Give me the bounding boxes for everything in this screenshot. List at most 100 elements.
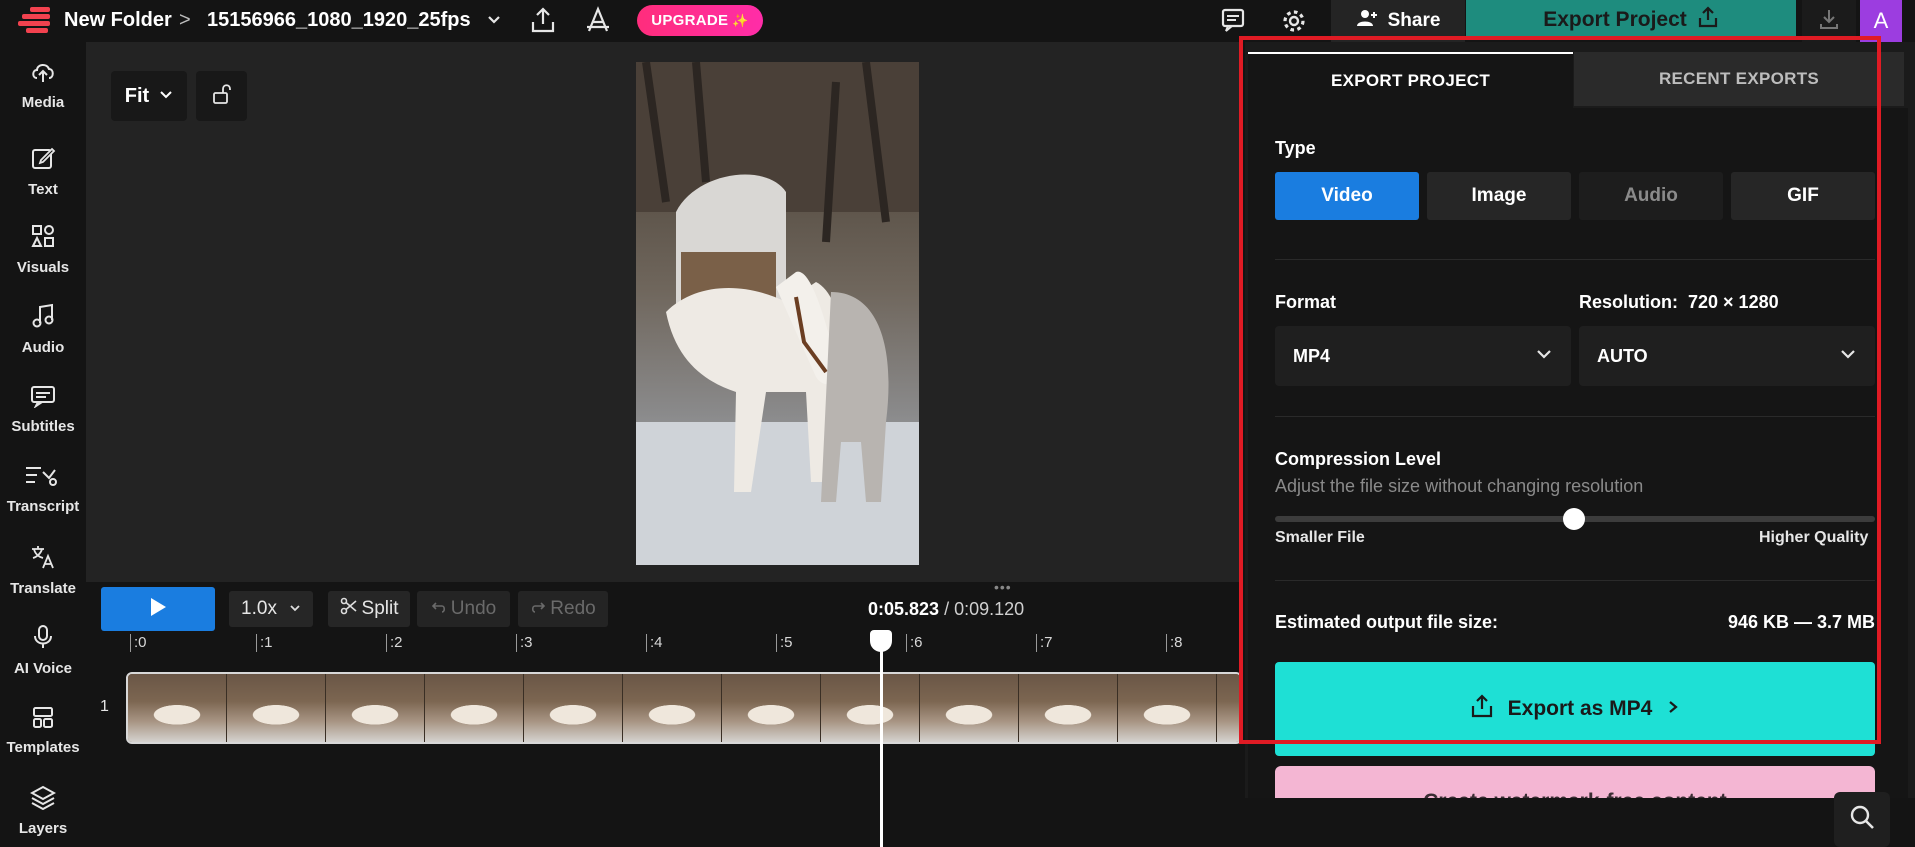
horse-preview-image [636,62,919,565]
sparkle-icon: ✨ [732,12,749,28]
resolution-select-value: AUTO [1597,345,1648,366]
upgrade-label: UPGRADE [651,12,729,29]
sidebar-item-subtitles[interactable]: Subtitles [0,384,86,435]
avatar[interactable]: A [1860,0,1902,42]
search-button[interactable] [1834,792,1890,847]
redo-icon [530,598,546,620]
lock-button[interactable] [196,71,247,121]
compression-label: Compression Level [1275,449,1442,469]
resolution-label: Resolution: 720 × 1280 [1579,292,1779,313]
sidebar-item-label: Visuals [16,259,70,276]
estimated-size-value: 946 KB — 3.7 MB [1728,612,1876,632]
chevron-down-icon [1535,345,1553,368]
sidebar-item-templates[interactable]: Templates [0,705,86,756]
sidebar-item-audio[interactable]: Audio [0,303,86,356]
panel-footer [1245,798,1915,847]
split-button[interactable]: Split [328,591,410,627]
undo-label: Undo [450,598,497,619]
sidebar-item-transcript[interactable]: Transcript [0,464,86,515]
format-value: MP4 [1293,345,1331,366]
speed-select[interactable]: 1.0x [229,591,313,627]
type-audio-button[interactable]: Audio [1579,172,1723,220]
resolution-title: Resolution: [1579,292,1678,312]
chevron-down-icon [159,85,173,108]
breadcrumb-separator: > [179,9,191,31]
export-icon [1470,694,1494,724]
clip-thumbnail [821,674,920,742]
fit-label: Fit [124,84,150,107]
play-button[interactable] [101,587,215,631]
zoom-fit-select[interactable]: Fit [111,71,187,121]
format-select[interactable]: MP4 [1275,326,1571,386]
app-logo[interactable] [18,7,52,33]
tab-recent-exports[interactable]: RECENT EXPORTS [1574,52,1904,106]
redo-button[interactable]: Redo [518,591,608,627]
chevron-down-icon [289,598,301,620]
tab-export-project[interactable]: EXPORT PROJECT [1248,52,1573,108]
resolution-select[interactable]: AUTO [1579,326,1875,386]
ruler-tick: :3 [516,634,533,652]
sidebar-item-label: Templates [6,739,80,756]
gear-icon[interactable] [1281,8,1307,39]
chevron-right-icon [1666,697,1680,721]
sidebar-item-translate[interactable]: Translate [0,544,86,597]
time-separator: / [939,599,955,619]
sidebar-item-label: Text [28,181,58,198]
undo-button[interactable]: Undo [417,591,510,627]
divider [1275,259,1875,260]
undo-icon [431,598,447,620]
redo-label: Redo [550,598,596,619]
sidebar-item-ai-voice[interactable]: AI Voice [0,624,86,677]
unlock-icon [211,83,233,110]
download-icon [1818,8,1840,35]
clip-thumbnail [425,674,524,742]
subtitles-icon [30,384,56,412]
download-button[interactable] [1802,0,1856,42]
resize-handle[interactable]: ••• [994,579,1012,595]
sidebar-item-label: Layers [18,820,68,837]
music-icon [30,303,56,333]
comments-icon[interactable] [1220,7,1246,38]
sidebar-item-text[interactable]: Text [0,145,86,198]
type-image-button[interactable]: Image [1427,172,1571,220]
share-button[interactable]: Share [1331,0,1465,42]
track-number: 1 [100,698,109,715]
current-time: 0:05.823 [868,599,940,619]
layers-icon [29,784,57,814]
brand-kit-icon[interactable] [585,6,611,39]
video-clip[interactable] [126,672,1242,744]
clip-thumbnail [1118,674,1217,742]
playhead[interactable] [880,640,883,847]
sidebar-item-visuals[interactable]: Visuals [0,223,86,276]
type-gif-button[interactable]: GIF [1731,172,1875,220]
video-preview[interactable] [636,62,919,565]
playhead-handle[interactable] [870,630,892,652]
export-as-mp4-button[interactable]: Export as MP4 [1275,662,1875,756]
type-video-button[interactable]: Video [1275,172,1419,220]
transcript-icon [23,464,63,492]
export-project-label: Export Project [1543,8,1687,31]
translate-icon [30,544,56,574]
export-project-button[interactable]: Export Project [1466,0,1796,40]
project-name[interactable]: 15156966_1080_1920_25fps [207,9,471,32]
clip-thumbnail [326,674,425,742]
scissors-icon [340,597,358,621]
upload-icon[interactable] [530,6,556,39]
ruler-tick: :0 [130,634,147,652]
chevron-down-icon[interactable] [486,12,502,33]
breadcrumb-folder[interactable]: New Folder [64,9,172,32]
sidebar-item-media[interactable]: Media [0,60,86,111]
timeline-ruler[interactable]: :0 :1 :2 :3 :4 :5 :6 :7 :8 [126,634,1242,654]
clip-thumbnail [722,674,821,742]
ruler-tick: :7 [1036,634,1053,652]
export-icon [1697,6,1719,34]
ruler-tick: :8 [1166,634,1183,652]
compression-slider-handle[interactable] [1563,508,1585,530]
resolution-value: 720 × 1280 [1688,292,1779,312]
higher-quality-label: Higher Quality [1759,529,1869,546]
share-label: Share [1387,10,1441,31]
upgrade-button[interactable]: UPGRADE ✨ [637,5,763,36]
speed-value: 1.0x [241,598,277,619]
sidebar-item-label: Transcript [6,498,80,515]
sidebar-item-layers[interactable]: Layers [0,784,86,837]
